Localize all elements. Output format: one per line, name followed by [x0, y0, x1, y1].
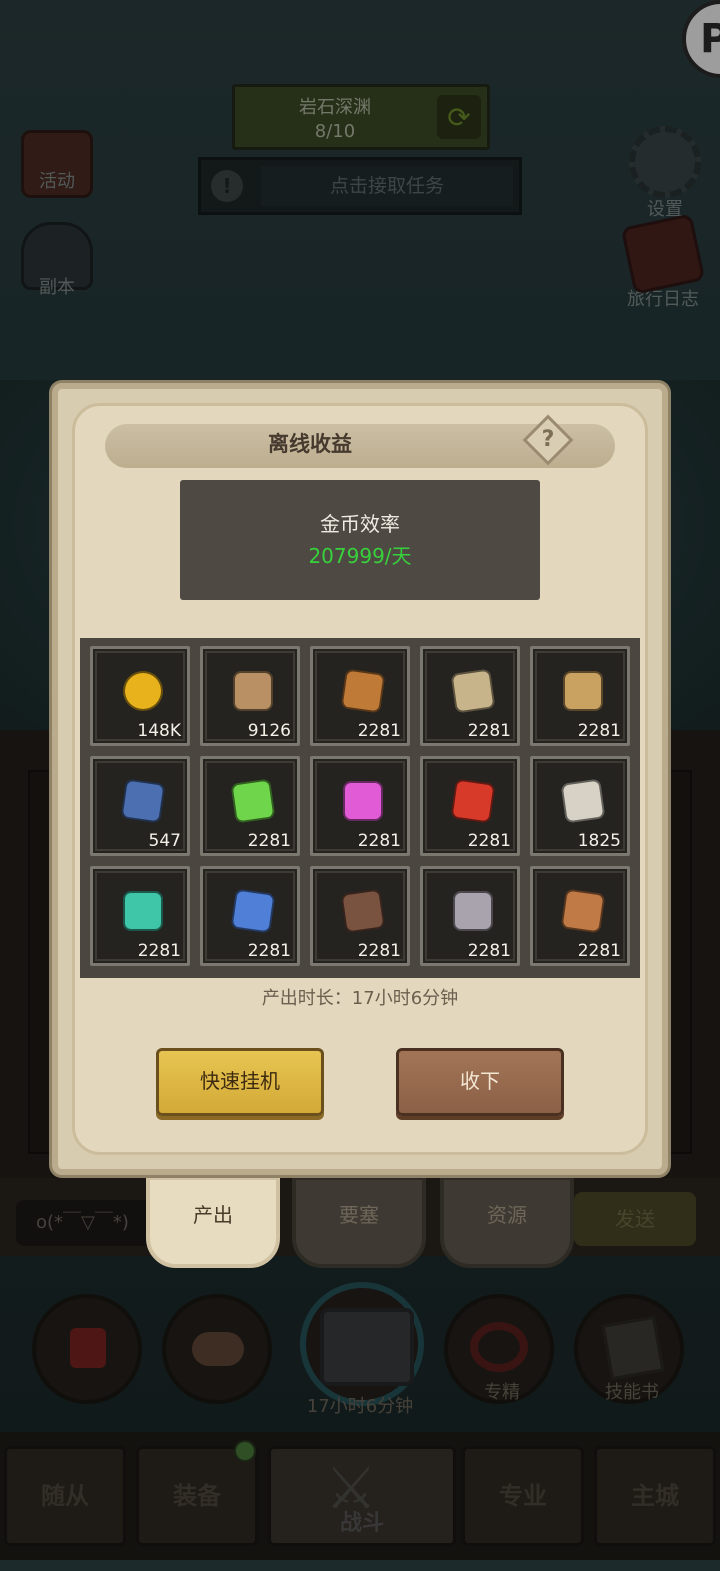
reward-quantity: 2281	[357, 721, 401, 741]
output-duration: 产出时长：17小时6分钟	[261, 988, 459, 1009]
pink-scroll-icon	[343, 781, 383, 821]
reward-slot[interactable]: 547	[90, 756, 190, 856]
reward-slot[interactable]: 2281	[420, 646, 520, 746]
efficiency-label: 金币效率	[320, 512, 400, 536]
cloth-icon	[450, 668, 496, 714]
modal-title: 离线收益	[268, 432, 352, 456]
reward-slot[interactable]: 1825	[530, 756, 630, 856]
reward-quantity: 2281	[357, 941, 401, 961]
rune-stone-icon	[120, 778, 166, 824]
reward-quantity: 2281	[357, 831, 401, 851]
reward-quantity: 2281	[467, 941, 511, 961]
gold-efficiency-panel: 金币效率 207999/天	[180, 480, 540, 600]
reward-quantity: 2281	[467, 831, 511, 851]
reward-quantity: 9126	[247, 721, 291, 741]
reward-slot[interactable]: 2281	[310, 646, 410, 746]
reward-quantity: 2281	[137, 941, 181, 961]
question-icon: ?	[541, 427, 555, 452]
reward-quantity: 2281	[577, 941, 621, 961]
reward-quantity: 2281	[577, 721, 621, 741]
reward-grid: 148K 9126 2281 2281 2281 547 2281 2281 2281 1825 2…	[80, 638, 640, 978]
meat-icon	[340, 668, 386, 714]
reward-slot[interactable]: 9126	[200, 646, 300, 746]
reward-quantity: 547	[148, 831, 181, 851]
quick-idle-button[interactable]: 快速挂机	[156, 1048, 324, 1116]
reward-slot[interactable]: 2281	[310, 756, 410, 856]
green-crystal-icon	[230, 778, 276, 824]
tab-output[interactable]: 产出	[146, 1176, 280, 1268]
reward-slot[interactable]: 2281	[310, 866, 410, 966]
reward-quantity: 2281	[467, 721, 511, 741]
reward-quantity: 2281	[247, 941, 291, 961]
blue-fabric-icon	[230, 888, 276, 934]
tab-fortress[interactable]: 要塞	[292, 1176, 426, 1268]
reward-quantity: 2281	[247, 831, 291, 851]
reward-slot[interactable]: 2281	[530, 866, 630, 966]
reward-slot[interactable]: 2281	[200, 756, 300, 856]
reward-slot[interactable]: 148K	[90, 646, 190, 746]
copper-ingot-icon	[560, 888, 606, 934]
red-crystal-icon	[450, 778, 496, 824]
reward-slot[interactable]: 2281	[530, 646, 630, 746]
efficiency-value: 207999/天	[308, 544, 412, 568]
brown-ore-icon	[340, 888, 386, 934]
collect-button[interactable]: 收下	[396, 1048, 564, 1116]
gold-coin-icon	[123, 671, 163, 711]
grey-stone-icon	[453, 891, 493, 931]
reward-slot[interactable]: 2281	[420, 756, 520, 856]
leather-icon	[563, 671, 603, 711]
tab-resources[interactable]: 资源	[440, 1176, 574, 1268]
reward-slot[interactable]: 2281	[90, 866, 190, 966]
paper-scroll-icon	[560, 778, 606, 824]
wood-log-icon	[233, 671, 273, 711]
reward-quantity: 1825	[577, 831, 621, 851]
reward-slot[interactable]: 2281	[420, 866, 520, 966]
teal-gem-icon	[123, 891, 163, 931]
reward-slot[interactable]: 2281	[200, 866, 300, 966]
reward-quantity: 148K	[137, 721, 181, 741]
